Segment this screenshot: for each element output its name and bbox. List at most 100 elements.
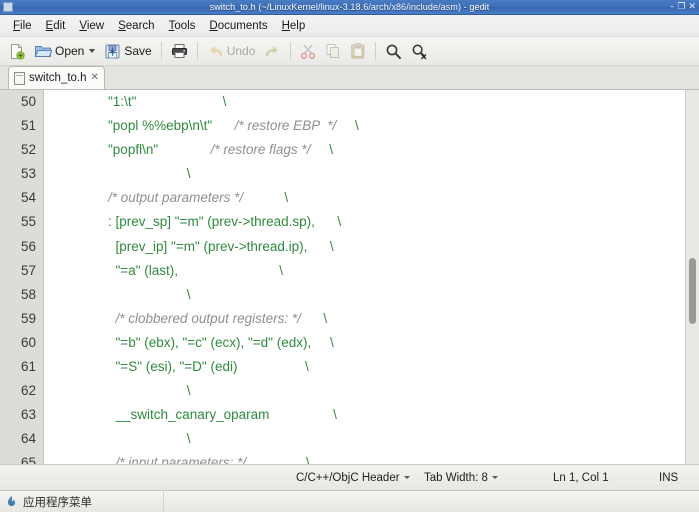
menu-help[interactable]: Help xyxy=(275,18,313,34)
code-token: /* output parameters */ xyxy=(108,190,244,206)
maximize-button[interactable]: ❐ xyxy=(677,2,685,12)
menu-edit[interactable]: Edit xyxy=(39,18,73,34)
code-view[interactable]: "1:\t" \ "popl %%ebp\n\t" /* restore EBP… xyxy=(44,90,699,464)
menu-tools-label: ools xyxy=(174,19,196,32)
code-line[interactable]: "popfl\n" /* restore flags */ \ xyxy=(44,138,699,162)
desktop-taskbar: 应用程序菜单 xyxy=(0,490,699,512)
code-line[interactable]: /* output parameters */ \ xyxy=(44,186,699,210)
open-folder-icon xyxy=(34,43,52,59)
menu-search-mnemonic: S xyxy=(118,19,126,32)
open-button[interactable]: Open xyxy=(30,39,99,63)
undo-arrow-icon xyxy=(207,44,224,59)
tab-switch-to-h[interactable]: switch_to.h ✕ xyxy=(8,66,105,89)
code-line[interactable]: \ xyxy=(44,379,699,403)
line-number: 58 xyxy=(20,286,36,302)
app-menu-label[interactable]: 应用程序菜单 xyxy=(23,494,92,510)
line-number: 56 xyxy=(20,238,36,254)
menu-tools[interactable]: Tools xyxy=(162,18,203,34)
search-magnifier-icon xyxy=(385,43,402,60)
copy-button[interactable] xyxy=(321,39,345,63)
line-number: 53 xyxy=(20,166,36,182)
menu-search[interactable]: Search xyxy=(111,18,161,34)
cut-button[interactable] xyxy=(296,39,320,63)
language-label: C/C++/ObjC Header xyxy=(296,471,400,484)
line-number-gutter: 505152535455565758596061626364656667 xyxy=(0,90,44,464)
code-line[interactable]: \ xyxy=(44,162,699,186)
find-button[interactable] xyxy=(381,39,406,63)
replace-button[interactable] xyxy=(407,39,432,63)
code-token: \ xyxy=(48,286,191,302)
window-title: switch_to.h (~/LinuxKernel/linux-3.18.6/… xyxy=(209,2,490,12)
save-button[interactable]: Save xyxy=(100,39,155,63)
line-number: 64 xyxy=(20,431,36,447)
menu-file[interactable]: File xyxy=(6,18,39,34)
code-line[interactable]: "=b" (ebx), "=c" (ecx), "=d" (edx), \ xyxy=(44,331,699,355)
print-button[interactable] xyxy=(167,39,192,63)
line-number: 59 xyxy=(20,310,36,326)
code-line[interactable]: "1:\t" \ xyxy=(44,90,699,114)
vertical-scrollbar-thumb[interactable] xyxy=(689,258,696,324)
code-line[interactable]: "=S" (esi), "=D" (edi) \ xyxy=(44,355,699,379)
menu-documents-label: ocuments xyxy=(217,19,268,32)
minimize-button[interactable]: – xyxy=(670,2,675,12)
menu-view-label: iew xyxy=(86,19,105,32)
code-line[interactable]: "popl %%ebp\n\t" /* restore EBP */ \ xyxy=(44,114,699,138)
find-replace-icon xyxy=(411,43,428,60)
line-number: 62 xyxy=(20,383,36,399)
save-button-label: Save xyxy=(124,44,152,58)
menu-documents[interactable]: Documents xyxy=(202,18,274,34)
toolbar-separator-1 xyxy=(160,42,162,60)
undo-button[interactable]: Undo xyxy=(203,39,260,63)
chevron-down-icon[interactable] xyxy=(491,476,498,479)
code-token: "popl %%ebp\n\t" xyxy=(48,118,235,134)
line-number: 63 xyxy=(20,407,36,423)
code-line[interactable]: \ xyxy=(44,427,699,451)
code-line[interactable]: __switch_canary_oparam \ xyxy=(44,403,699,427)
code-line[interactable]: : [prev_sp] "=m" (prev->thread.sp), \ xyxy=(44,210,699,234)
gedit-window: switch_to.h (~/LinuxKernel/linux-3.18.6/… xyxy=(0,0,699,512)
menu-search-label: earch xyxy=(125,19,155,32)
redo-arrow-icon xyxy=(264,44,281,59)
language-selector[interactable]: C/C++/ObjC Header xyxy=(296,472,410,484)
title-bar: switch_to.h (~/LinuxKernel/linux-3.18.6/… xyxy=(0,0,699,15)
new-document-button[interactable] xyxy=(4,39,29,63)
code-token: \ xyxy=(310,142,333,158)
line-number: 65 xyxy=(20,455,36,464)
chevron-down-icon[interactable] xyxy=(89,49,96,53)
tab-width-label: Tab Width: 8 xyxy=(424,471,488,484)
menu-file-mnemonic: F xyxy=(13,19,21,32)
menu-help-label: elp xyxy=(289,19,306,32)
menu-view[interactable]: View xyxy=(72,18,111,34)
insert-mode-indicator: INS xyxy=(659,471,679,484)
code-line[interactable]: /* clobbered output registers: */ \ xyxy=(44,307,699,331)
paste-button[interactable] xyxy=(346,39,370,63)
save-disk-icon xyxy=(104,43,121,60)
line-number: 60 xyxy=(20,334,36,350)
code-token: __switch_canary_oparam \ xyxy=(48,407,337,423)
menu-file-label: ile xyxy=(20,19,32,32)
close-button[interactable]: ✕ xyxy=(688,2,696,12)
code-token: \ xyxy=(300,310,328,326)
code-line[interactable]: "=a" (last), \ xyxy=(44,259,699,283)
new-document-icon xyxy=(8,43,25,60)
paste-clipboard-icon xyxy=(350,43,366,59)
close-icon[interactable]: ✕ xyxy=(91,73,99,83)
code-token: \ xyxy=(243,190,289,206)
tab-width-selector[interactable]: Tab Width: 8 xyxy=(424,472,498,484)
text-file-icon xyxy=(14,71,25,85)
menu-documents-mnemonic: D xyxy=(209,19,218,32)
editor-area: 505152535455565758596061626364656667 "1:… xyxy=(0,90,699,464)
vertical-scrollbar[interactable] xyxy=(685,90,699,464)
menu-edit-label: dit xyxy=(53,19,66,32)
code-line[interactable]: \ xyxy=(44,283,699,307)
toolbar-separator-2 xyxy=(196,42,198,60)
cut-scissors-icon xyxy=(300,43,316,59)
code-line[interactable]: /* input parameters: */ \ xyxy=(44,451,699,464)
redo-button[interactable] xyxy=(260,39,285,63)
code-line[interactable]: [prev_ip] "=m" (prev->thread.ip), \ xyxy=(44,235,699,259)
chevron-down-icon[interactable] xyxy=(403,476,410,479)
window-controls: – ❐ ✕ xyxy=(670,0,696,14)
line-number: 57 xyxy=(20,262,36,278)
status-bar: C/C++/ObjC Header Tab Width: 8 Ln 1, Col… xyxy=(0,464,699,490)
